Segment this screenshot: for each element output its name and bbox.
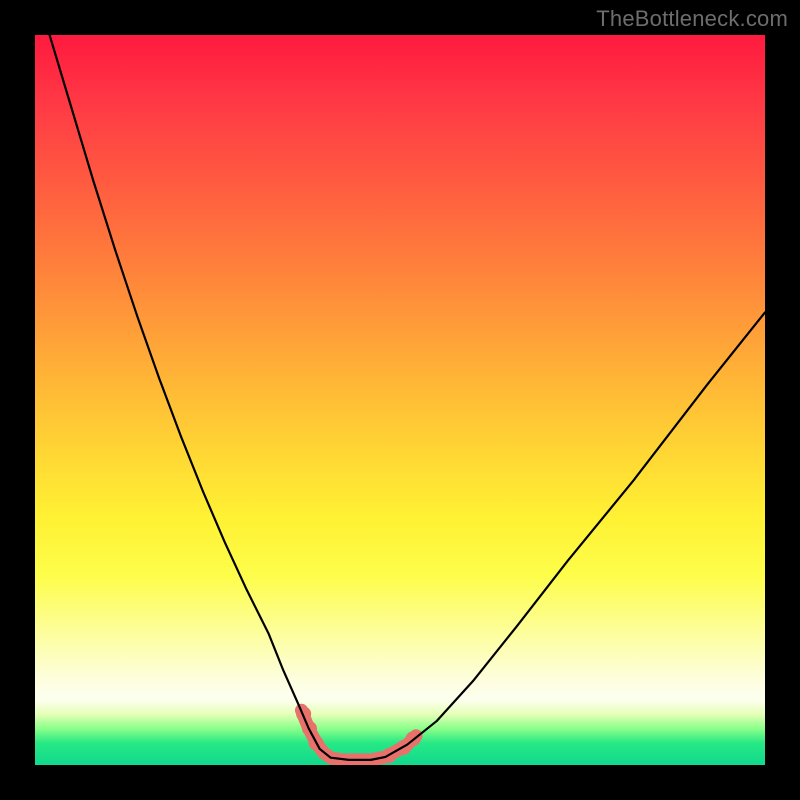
bottleneck-curve-path [50,35,765,760]
chart-frame: TheBottleneck.com [0,0,800,800]
plot-area [35,35,765,765]
watermark-text: TheBottleneck.com [596,6,788,32]
chart-svg [35,35,765,765]
